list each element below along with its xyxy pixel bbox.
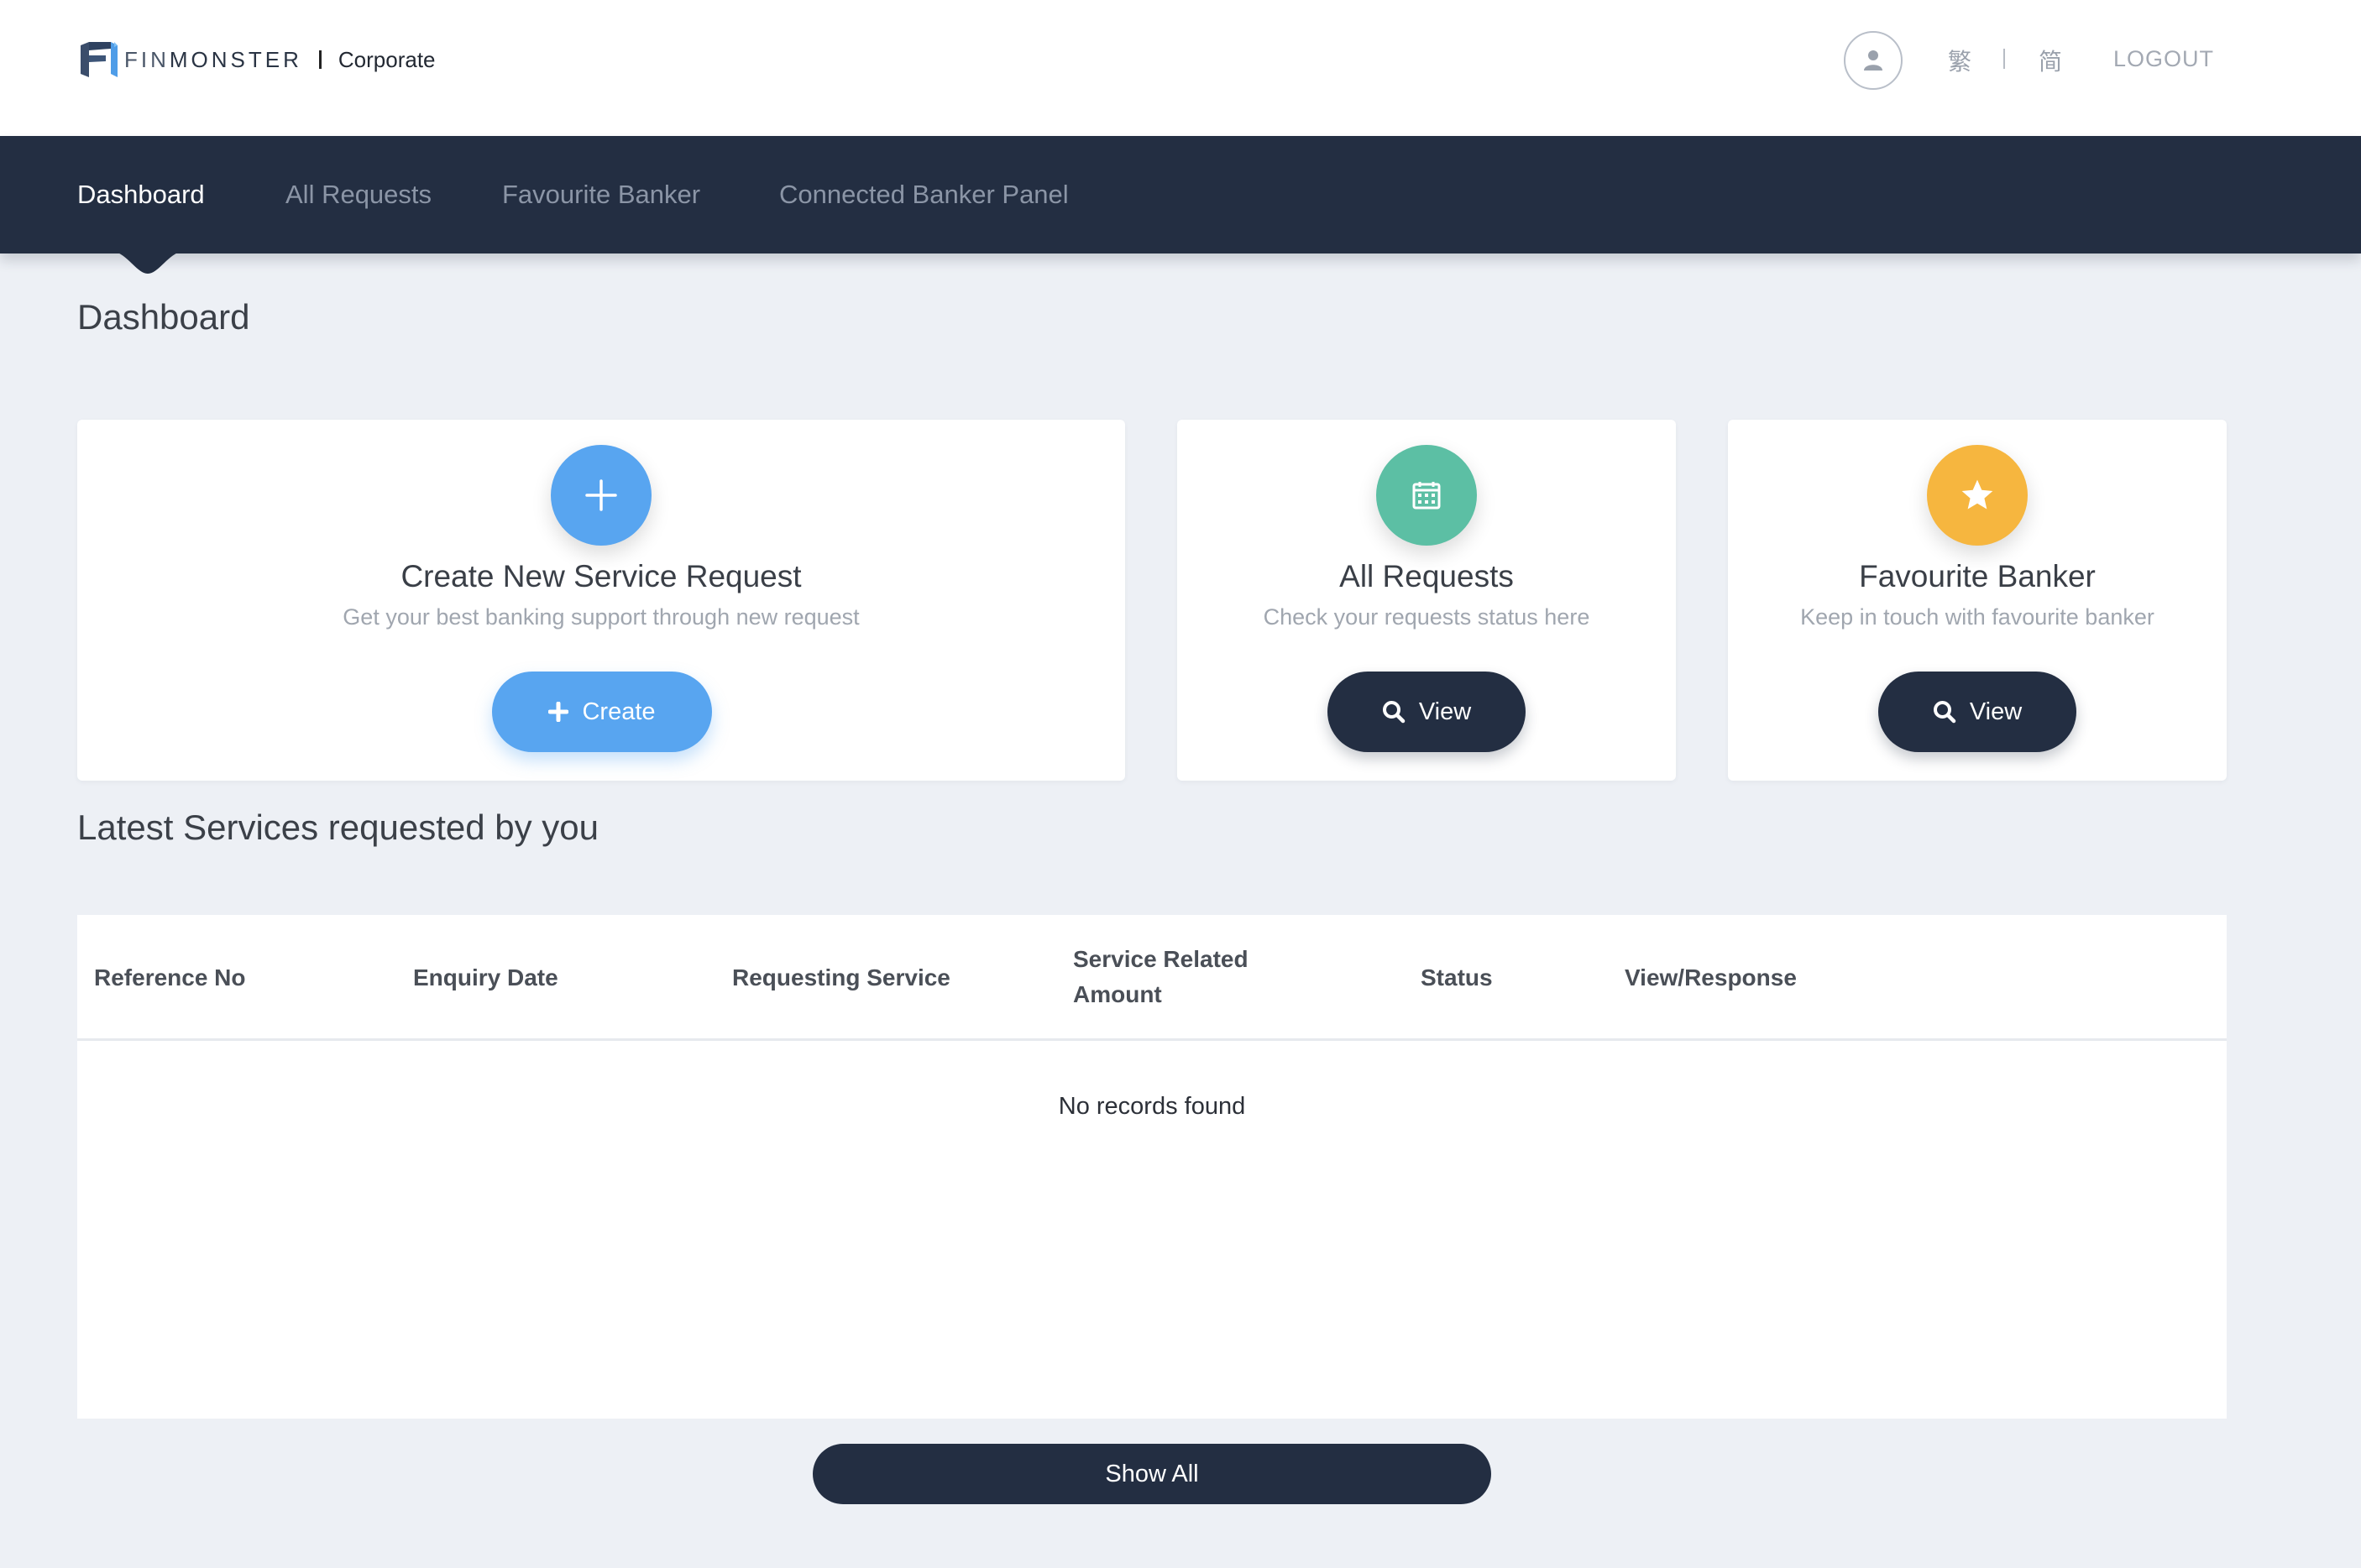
logo-divider — [318, 50, 322, 69]
view-all-requests-button[interactable]: View — [1327, 672, 1526, 752]
empty-table-message: No records found — [1058, 1093, 1246, 1120]
plus-icon — [548, 702, 569, 722]
card-description: Keep in touch with favourite banker — [1800, 604, 2154, 630]
create-button-label: Create — [582, 698, 656, 725]
table-header: Reference No Enquiry Date Requesting Ser… — [77, 915, 2227, 1041]
search-icon — [1933, 701, 1956, 724]
view-button-label: View — [1418, 698, 1472, 725]
top-header: FINMONSTER Corporate 繁 简 LOGOUT — [0, 0, 2361, 136]
column-header-enquiry-date[interactable]: Enquiry Date — [413, 960, 558, 996]
column-header-view-response[interactable]: View/Response — [1625, 960, 1797, 996]
latest-services-table: Reference No Enquiry Date Requesting Ser… — [77, 915, 2227, 1419]
create-button[interactable]: Create — [492, 672, 712, 752]
lang-simplified-link[interactable]: 简 — [2039, 44, 2062, 77]
all-requests-card: All Requests Check your requests status … — [1177, 420, 1676, 781]
column-header-reference-no[interactable]: Reference No — [94, 960, 246, 996]
card-title: Favourite Banker — [1859, 559, 2096, 593]
create-request-card: Create New Service Request Get your best… — [77, 420, 1125, 781]
finmonster-logo[interactable]: FINMONSTER Corporate — [77, 39, 436, 81]
column-header-service-related-amount[interactable]: Service Related Amount — [1073, 942, 1249, 1012]
column-header-line: Amount — [1073, 981, 1162, 1007]
column-header-line: Service Related — [1073, 946, 1249, 972]
card-description: Get your best banking support through ne… — [343, 604, 860, 630]
view-favourite-banker-button[interactable]: View — [1878, 672, 2076, 752]
view-button-label: View — [1969, 698, 2023, 725]
logo-subtitle: Corporate — [338, 46, 436, 72]
card-title: All Requests — [1339, 559, 1514, 593]
favourite-banker-card: Favourite Banker Keep in touch with favo… — [1728, 420, 2227, 781]
card-title: Create New Service Request — [400, 559, 802, 593]
lang-divider — [2003, 49, 2005, 69]
star-icon — [1927, 445, 2028, 546]
nav-all-requests[interactable]: All Requests — [285, 180, 432, 210]
user-avatar-button[interactable] — [1844, 31, 1903, 90]
nav-connected-banker-panel[interactable]: Connected Banker Panel — [779, 180, 1069, 210]
finmonster-logo-icon — [81, 42, 118, 77]
page-title: Dashboard — [77, 297, 250, 337]
search-icon — [1382, 701, 1406, 724]
show-all-button[interactable]: Show All — [813, 1444, 1491, 1504]
nav-dashboard[interactable]: Dashboard — [77, 180, 205, 210]
plus-icon — [551, 445, 652, 546]
active-tab-indicator — [116, 252, 180, 274]
card-description: Check your requests status here — [1263, 604, 1590, 630]
calendar-icon — [1376, 445, 1477, 546]
lang-traditional-link[interactable]: 繁 — [1948, 44, 1971, 77]
logo-wordmark: FINMONSTER — [124, 46, 302, 72]
latest-services-title: Latest Services requested by you — [77, 808, 599, 847]
user-icon — [1864, 50, 1882, 71]
column-header-status[interactable]: Status — [1421, 960, 1493, 996]
nav-favourite-banker[interactable]: Favourite Banker — [502, 180, 700, 210]
column-header-requesting-service[interactable]: Requesting Service — [732, 960, 950, 996]
logout-link[interactable]: LOGOUT — [2113, 46, 2214, 72]
main-nav: Dashboard All Requests Favourite Banker … — [0, 136, 2361, 253]
